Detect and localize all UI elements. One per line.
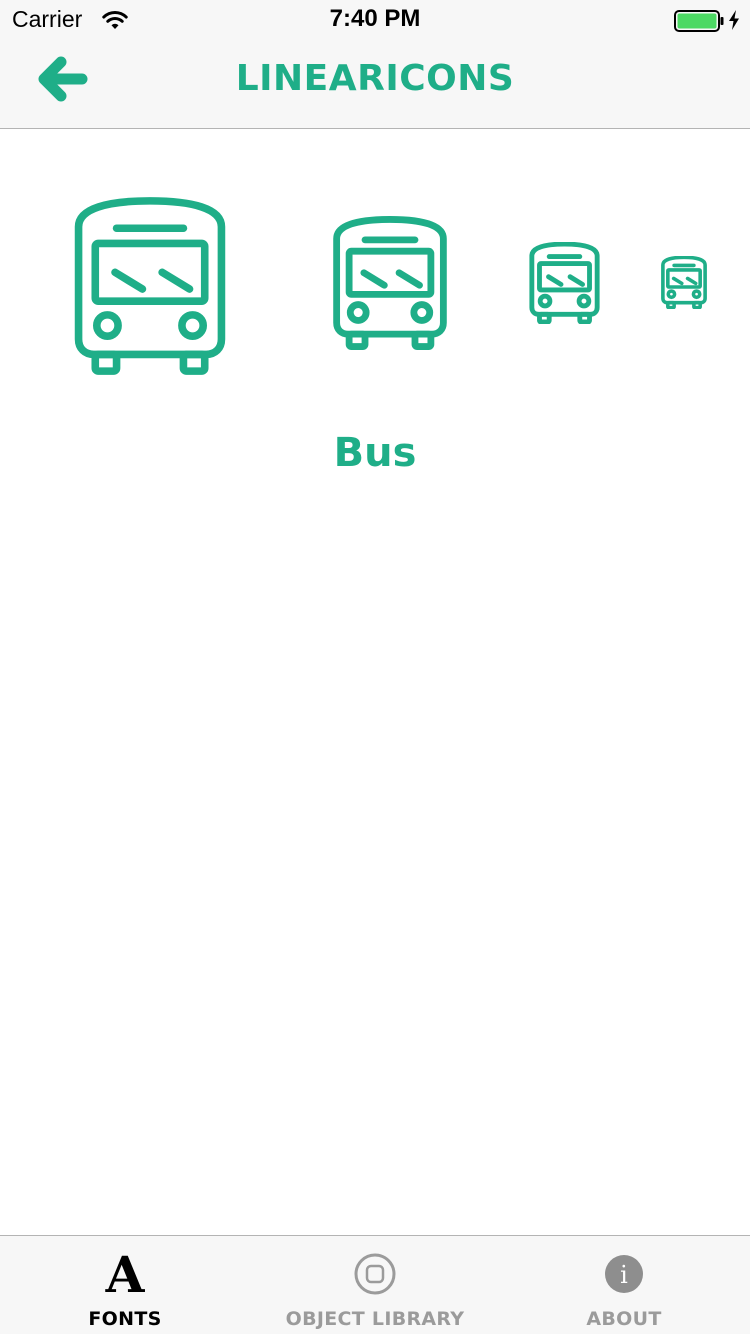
bus-icon-large: [74, 197, 226, 375]
clock-time: 7:40 PM: [329, 5, 421, 32]
status-bar: Carrier 7:40 PM: [0, 0, 750, 40]
font-letter-a-icon: A: [105, 1245, 145, 1304]
bus-icon-medium: [333, 216, 447, 350]
battery-icon: [674, 10, 724, 32]
page-title: LINEARICONS: [235, 58, 515, 99]
tab-about[interactable]: i ABOUT: [499, 1236, 749, 1334]
icon-size-preview-row: [0, 130, 750, 430]
tab-bar: A FONTS OBJECT LIBRARY i ABOUT: [0, 1235, 750, 1334]
bus-icon-small: [529, 242, 600, 324]
info-icon: i: [499, 1252, 749, 1298]
object-library-icon: [250, 1252, 500, 1298]
svg-text:i: i: [620, 1261, 628, 1289]
navigation-bar: LINEARICONS: [0, 40, 750, 128]
tab-fonts[interactable]: A FONTS: [0, 1236, 250, 1334]
screen: Carrier 7:40 PM LINEARICONS Bus A FONTS …: [0, 0, 750, 1334]
charging-bolt-icon: [729, 10, 739, 30]
top-bar: Carrier 7:40 PM LINEARICONS: [0, 0, 750, 129]
tab-object-library[interactable]: OBJECT LIBRARY: [250, 1236, 500, 1334]
tab-fonts-label: FONTS: [88, 1308, 162, 1330]
tab-object-library-label: OBJECT LIBRARY: [285, 1308, 465, 1330]
icon-name-label: Bus: [333, 430, 417, 476]
bus-icon-extra-small: [661, 256, 707, 309]
tab-about-label: ABOUT: [586, 1308, 662, 1330]
